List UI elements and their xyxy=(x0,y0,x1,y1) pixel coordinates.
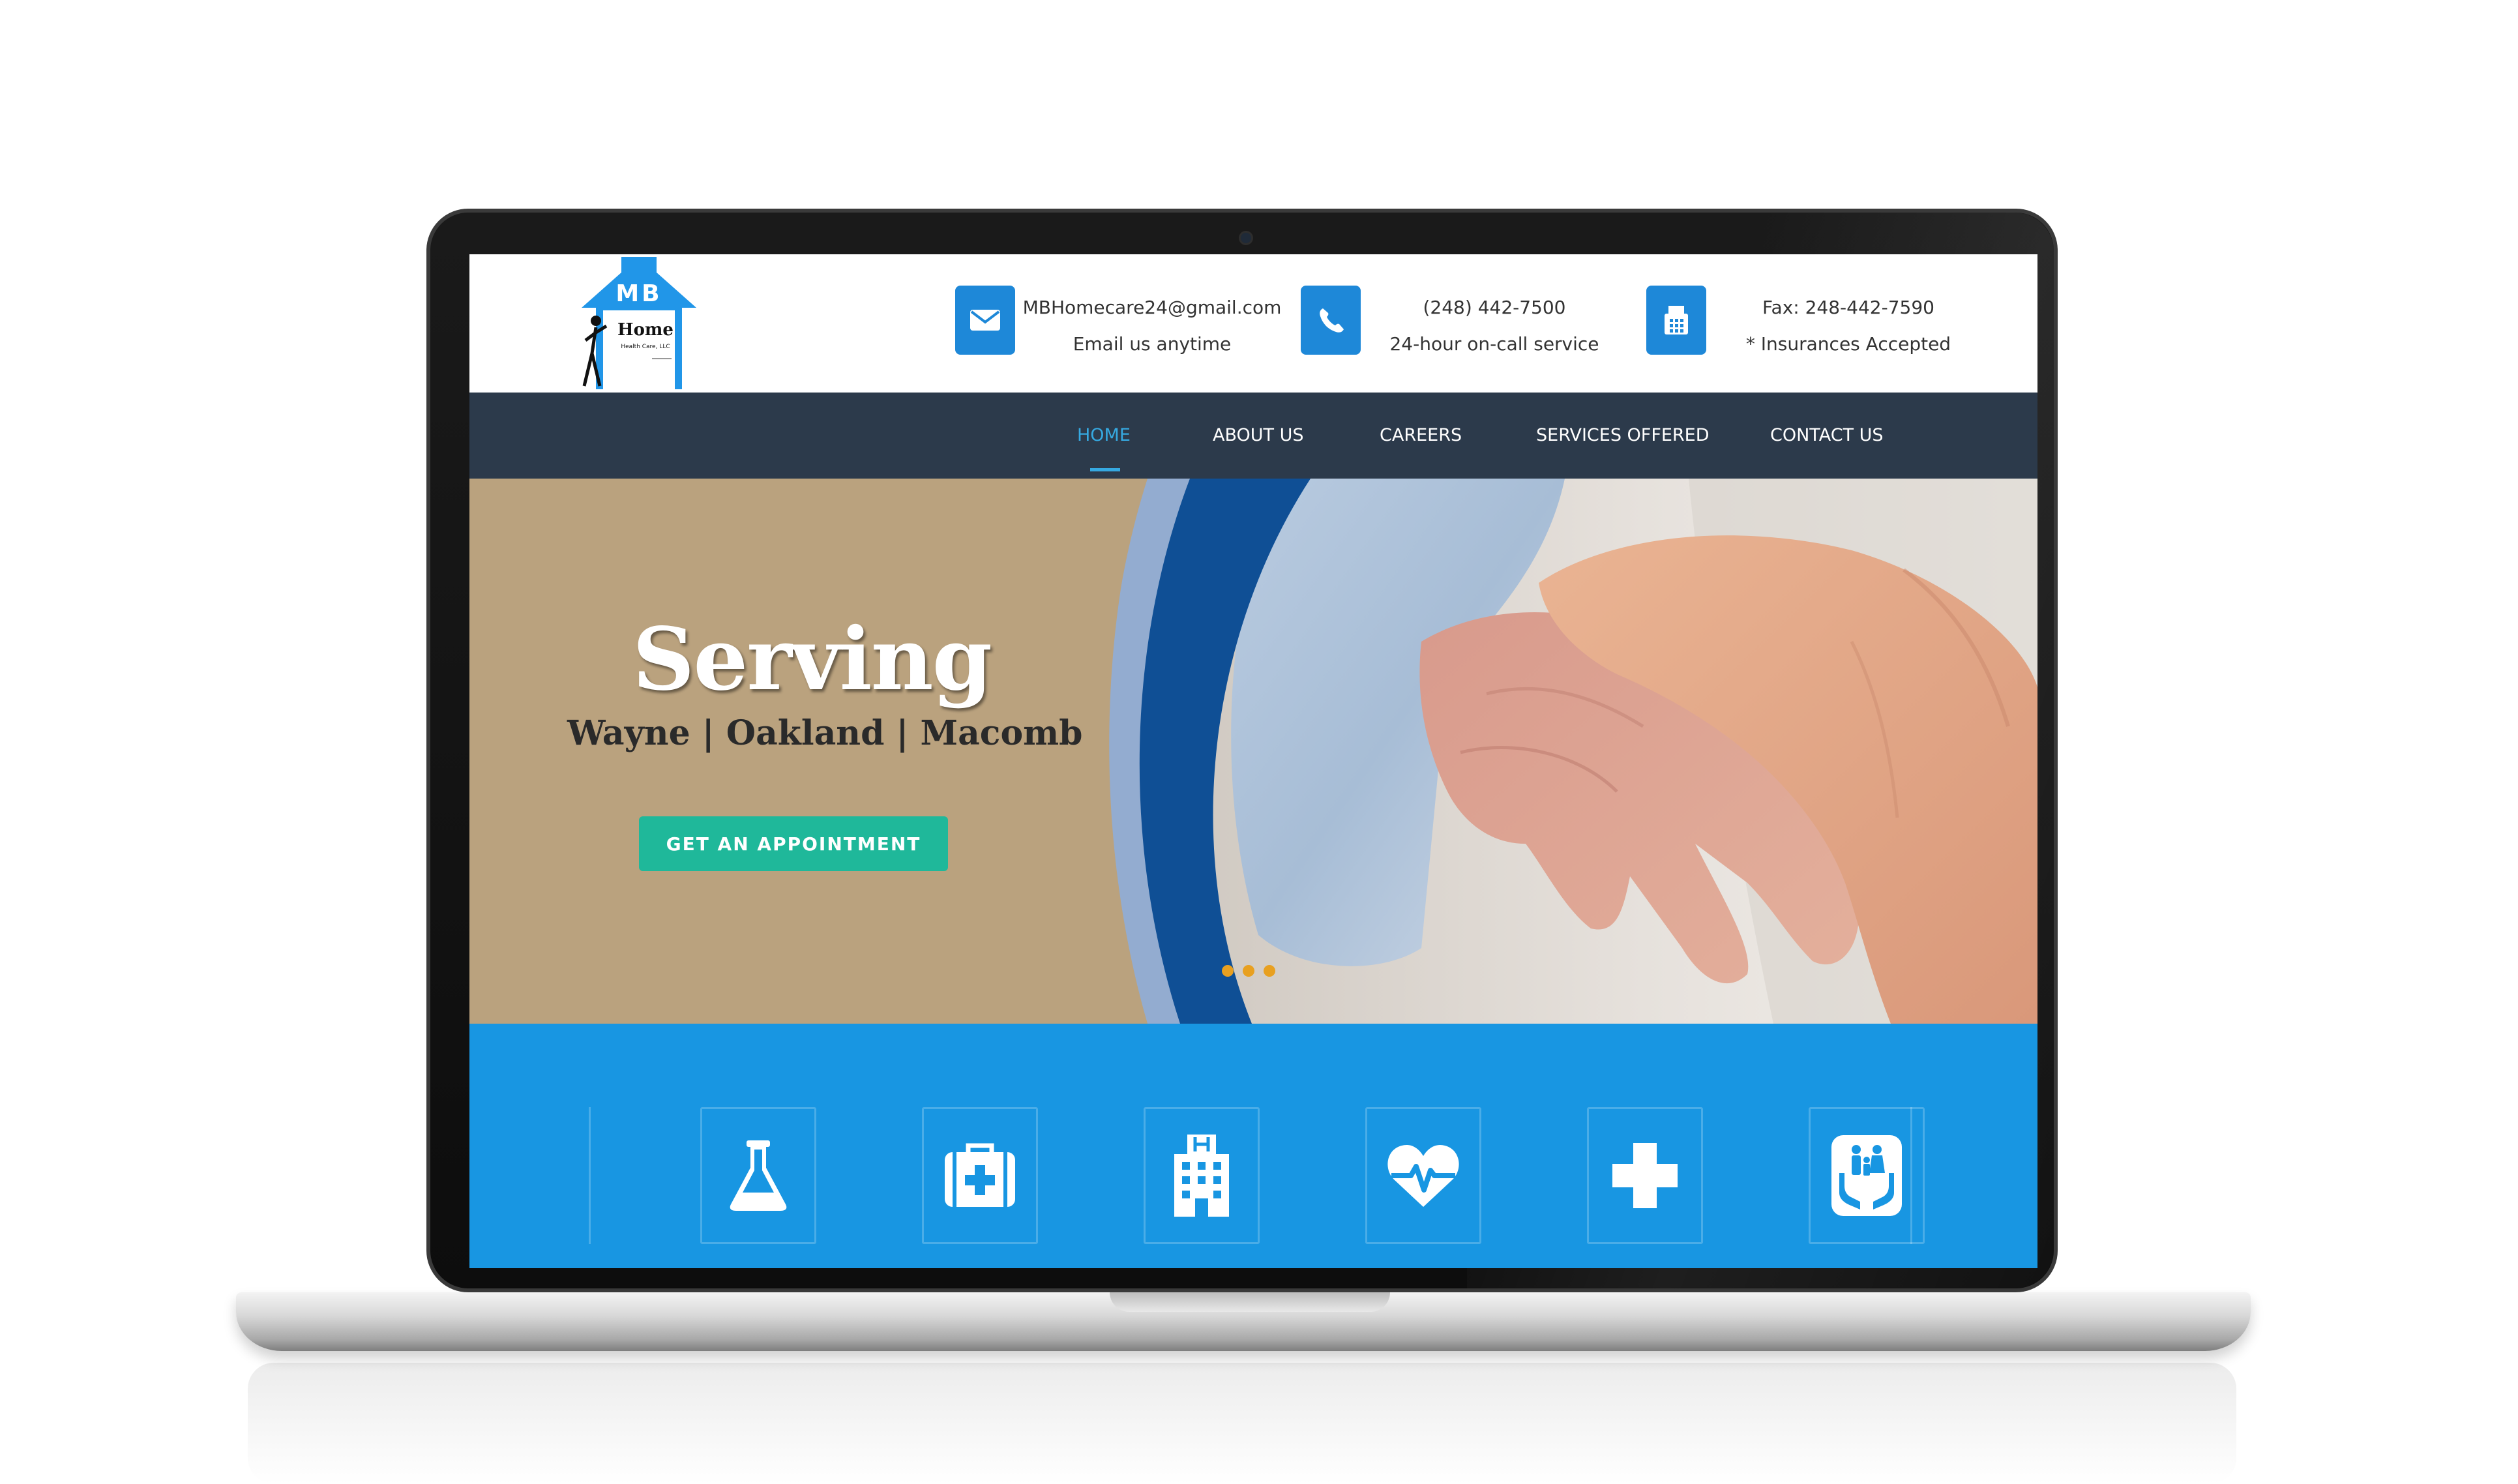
service-tile-partial xyxy=(587,1107,591,1244)
service-tile-first-aid[interactable] xyxy=(922,1107,1038,1244)
website-screen: MB Home Health Care, LLC MBHomecare24@gm… xyxy=(469,254,2037,1268)
service-tile-medical[interactable] xyxy=(1587,1107,1703,1244)
logo-name: Home xyxy=(617,320,674,340)
main-nav: HOME ABOUT US CAREERS SERVICES OFFERED C… xyxy=(469,393,2037,479)
envelope-icon xyxy=(955,286,1015,355)
service-tile-cardiology[interactable] xyxy=(1365,1107,1481,1244)
services-strip xyxy=(469,1024,2037,1268)
family-care-icon xyxy=(1831,1135,1902,1216)
flask-icon xyxy=(730,1140,787,1211)
phone-number[interactable]: (248) 442-7500 xyxy=(1361,289,1628,326)
service-tile-hospital[interactable] xyxy=(1144,1107,1260,1244)
phone-icon xyxy=(1301,286,1361,355)
phone-text: (248) 442-7500 24-hour on-call service xyxy=(1361,289,1628,363)
laptop-reflection xyxy=(248,1363,2236,1484)
email-address[interactable]: MBHomecare24@gmail.com xyxy=(1015,289,1289,326)
nav-services-offered[interactable]: SERVICES OFFERED xyxy=(1536,393,1710,479)
slide-dot-2[interactable] xyxy=(1243,965,1254,977)
slide-dot-1[interactable] xyxy=(1222,965,1234,977)
laptop-base xyxy=(236,1292,2251,1351)
service-tile-family-care[interactable] xyxy=(1809,1107,1925,1244)
hero-subtitle: Wayne | Oakland | Macomb xyxy=(567,713,1083,753)
hero-title: Serving xyxy=(632,609,992,710)
fax-number: Fax: 248-442-7590 xyxy=(1762,297,1934,318)
site-logo[interactable]: MB Home Health Care, LLC xyxy=(580,256,698,389)
site-header: MB Home Health Care, LLC MBHomecare24@gm… xyxy=(469,254,2037,393)
fax-icon xyxy=(1646,286,1706,355)
email-caption: Email us anytime xyxy=(1073,333,1232,355)
nav-about-us[interactable]: ABOUT US xyxy=(1213,393,1304,479)
laptop-notch xyxy=(1110,1292,1390,1312)
nav-active-indicator xyxy=(1090,468,1120,471)
service-tile-edge xyxy=(1910,1107,1914,1244)
phone-caption: 24-hour on-call service xyxy=(1389,333,1599,355)
email-text: MBHomecare24@gmail.com Email us anytime xyxy=(1015,289,1289,363)
house-logo-icon: MB Home Health Care, LLC xyxy=(582,257,696,389)
hero-slider: Serving Wayne | Oakland | Macomb GET AN … xyxy=(469,479,2037,1024)
fax-text: Fax: 248-442-7590 * Insurances Accepted xyxy=(1731,289,1966,363)
nav-contact-us[interactable]: CONTACT US xyxy=(1770,393,1884,479)
first-aid-kit-icon xyxy=(945,1143,1015,1207)
get-appointment-button[interactable]: GET AN APPOINTMENT xyxy=(639,816,948,871)
logo-initials: MB xyxy=(615,280,662,307)
heart-pulse-icon xyxy=(1387,1144,1459,1207)
camera xyxy=(1239,231,1253,245)
hospital-building-icon xyxy=(1174,1135,1229,1217)
slide-dot-3[interactable] xyxy=(1264,965,1275,977)
insurance-note: * Insurances Accepted xyxy=(1745,333,1951,355)
nav-home[interactable]: HOME xyxy=(1077,393,1131,479)
slider-dots xyxy=(1222,965,1275,978)
service-tile-lab[interactable] xyxy=(700,1107,816,1244)
logo-sub: Health Care, LLC xyxy=(621,344,670,350)
nav-careers[interactable]: CAREERS xyxy=(1380,393,1462,479)
medical-cross-icon xyxy=(1612,1143,1678,1208)
